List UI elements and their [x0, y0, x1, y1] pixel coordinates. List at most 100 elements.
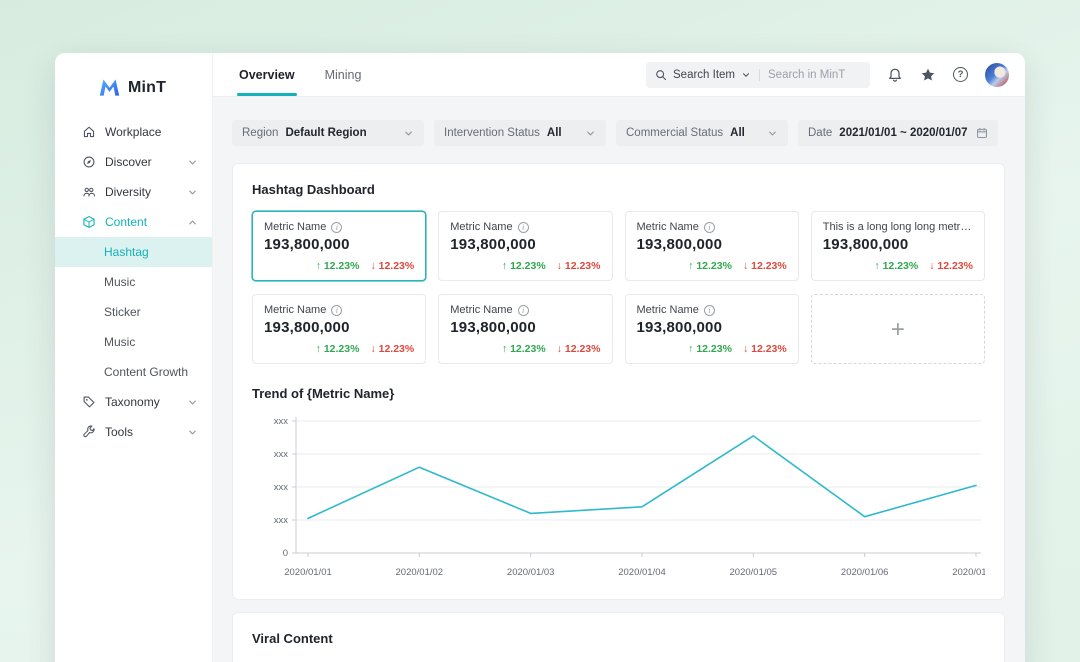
avatar[interactable]: [985, 62, 1009, 87]
diversity-icon: [81, 185, 96, 200]
home-icon: [81, 125, 96, 140]
filter-label: Intervention Status: [444, 127, 540, 139]
down-badge: ↓ 12.23%: [742, 343, 787, 355]
metric-card[interactable]: Metric Name i 193,800,000 ↑ 12.23% ↓ 12.2…: [252, 294, 427, 364]
search-input[interactable]: Search in MinT: [768, 69, 845, 81]
arrow-up-icon: ↑: [688, 343, 694, 355]
app-window: MinT Workplace Discover Diversity Content Ha…: [55, 53, 1025, 662]
topbar: Overview Mining Search Item Search in Min…: [213, 53, 1025, 97]
svg-text:xxx: xxx: [274, 482, 289, 493]
filter-value: 2021/01/01 ~ 2020/01/07: [839, 127, 968, 139]
metric-name: Metric Name: [450, 304, 513, 316]
svg-text:2020/01/03: 2020/01/03: [507, 567, 555, 578]
sidebar-item-content-growth[interactable]: Content Growth: [55, 357, 212, 387]
metric-badges: ↑ 12.23% ↓ 12.23%: [637, 260, 787, 272]
svg-text:xxx: xxx: [274, 515, 289, 526]
metric-badges: ↑ 12.23% ↓ 12.23%: [450, 343, 601, 355]
sidebar-nav: Workplace Discover Diversity Content Hashtag…: [55, 117, 212, 447]
svg-text:2020/01/02: 2020/01/02: [396, 567, 444, 578]
filter-commercial-status[interactable]: Commercial Status All: [616, 120, 788, 146]
metric-card[interactable]: Metric Name i 193,800,000 ↑ 12.23% ↓ 12.2…: [252, 211, 427, 281]
search-box[interactable]: Search Item Search in MinT: [646, 61, 870, 88]
metric-badges: ↑ 12.23% ↓ 12.23%: [264, 343, 415, 355]
sidebar-item-label: Music: [104, 275, 136, 289]
metric-name: Metric Name: [636, 304, 699, 316]
tab-label: Mining: [324, 67, 362, 82]
arrow-down-icon: ↓: [370, 343, 376, 355]
main-area: Overview Mining Search Item Search in Min…: [213, 53, 1025, 662]
info-icon: i: [703, 221, 715, 233]
bell-icon[interactable]: [887, 67, 903, 83]
sidebar-item-label: Workplace: [105, 125, 162, 139]
discover-icon: [81, 155, 96, 170]
metric-name: This is a long long long metric name...: [822, 221, 973, 233]
search-icon: [655, 69, 667, 81]
sidebar: MinT Workplace Discover Diversity Content Ha…: [55, 53, 213, 662]
sidebar-item-hashtag[interactable]: Hashtag: [55, 237, 212, 267]
tools-icon: [81, 425, 96, 440]
app-logo[interactable]: MinT: [55, 53, 212, 117]
svg-text:2020/01/07: 2020/01/07: [952, 567, 985, 578]
sidebar-item-label: Content Growth: [104, 365, 189, 379]
arrow-up-icon: ↑: [315, 343, 321, 355]
up-badge: ↑ 12.23%: [501, 343, 546, 355]
svg-text:2020/01/04: 2020/01/04: [618, 567, 666, 578]
star-icon[interactable]: [920, 67, 936, 83]
plus-icon: +: [890, 315, 905, 343]
tab-overview[interactable]: Overview: [237, 53, 297, 96]
sidebar-item-discover[interactable]: Discover: [55, 147, 212, 177]
trend-chart: 0 xxx xxx xxx xxx 2020/01/01 2020/01/02 2020/01…: [252, 411, 985, 583]
svg-text:2020/01/06: 2020/01/06: [841, 567, 889, 578]
metric-name: Metric Name: [636, 221, 699, 233]
sidebar-item-diversity[interactable]: Diversity: [55, 177, 212, 207]
sidebar-item-sticker[interactable]: Sticker: [55, 297, 212, 327]
hashtag-dashboard-card: Hashtag Dashboard Metric Name i 193,800,0…: [232, 163, 1005, 600]
sidebar-item-content[interactable]: Content: [55, 207, 212, 237]
calendar-icon: [976, 127, 988, 139]
chevron-down-icon: [187, 427, 198, 438]
metric-value: 193,800,000: [450, 319, 536, 336]
dashboard-title: Hashtag Dashboard: [252, 182, 375, 197]
sidebar-item-label: Hashtag: [104, 245, 149, 259]
tab-mining[interactable]: Mining: [323, 53, 364, 96]
metric-card[interactable]: Metric Name i 193,800,000 ↑ 12.23% ↓ 12.2…: [624, 294, 799, 364]
metric-card[interactable]: This is a long long long metric name... …: [810, 211, 985, 281]
sidebar-item-workplace[interactable]: Workplace: [55, 117, 212, 147]
sidebar-item-label: Taxonomy: [105, 395, 160, 409]
up-badge: ↑ 12.23%: [315, 343, 360, 355]
metric-value: 193,800,000: [822, 236, 909, 253]
svg-text:2020/01/01: 2020/01/01: [284, 567, 332, 578]
sidebar-item-tools[interactable]: Tools: [55, 417, 212, 447]
filter-value: All: [730, 127, 745, 139]
arrow-up-icon: ↑: [688, 260, 694, 272]
info-icon: i: [703, 304, 715, 316]
filter-region[interactable]: Region Default Region: [232, 120, 424, 146]
svg-text:0: 0: [283, 548, 288, 559]
sidebar-item-taxonomy[interactable]: Taxonomy: [55, 387, 212, 417]
info-icon: i: [517, 304, 529, 316]
arrow-down-icon: ↓: [556, 343, 562, 355]
chevron-down-icon: [187, 187, 198, 198]
sidebar-item-label: Sticker: [104, 305, 141, 319]
metric-badges: ↑ 12.23% ↓ 12.23%: [823, 260, 973, 272]
help-icon[interactable]: ?: [953, 67, 968, 82]
sidebar-item-label: Music: [104, 335, 136, 349]
metric-card[interactable]: Metric Name i 193,800,000 ↑ 12.23% ↓ 12.2…: [438, 294, 613, 364]
sidebar-item-music[interactable]: Music: [55, 327, 212, 357]
add-metric-button[interactable]: +: [810, 294, 985, 364]
up-badge: ↑ 12.23%: [315, 260, 360, 272]
svg-text:2020/01/05: 2020/01/05: [730, 567, 778, 578]
filter-label: Commercial Status: [626, 127, 724, 139]
info-icon: i: [331, 221, 343, 233]
tab-label: Overview: [239, 67, 295, 82]
chevron-down-icon: [187, 397, 198, 408]
up-badge: ↑ 12.23%: [688, 343, 732, 355]
chevron-up-icon: [187, 217, 198, 228]
sidebar-item-music[interactable]: Music: [55, 267, 212, 297]
metric-card[interactable]: Metric Name i 193,800,000 ↑ 12.23% ↓ 12.2…: [624, 211, 799, 281]
metric-card[interactable]: Metric Name i 193,800,000 ↑ 12.23% ↓ 12.2…: [438, 211, 613, 281]
arrow-up-icon: ↑: [874, 260, 880, 272]
filter-date[interactable]: Date 2021/01/01 ~ 2020/01/07: [798, 120, 998, 146]
filter-intervention-status[interactable]: Intervention Status All: [434, 120, 606, 146]
search-scope-select[interactable]: Search Item: [673, 69, 735, 81]
